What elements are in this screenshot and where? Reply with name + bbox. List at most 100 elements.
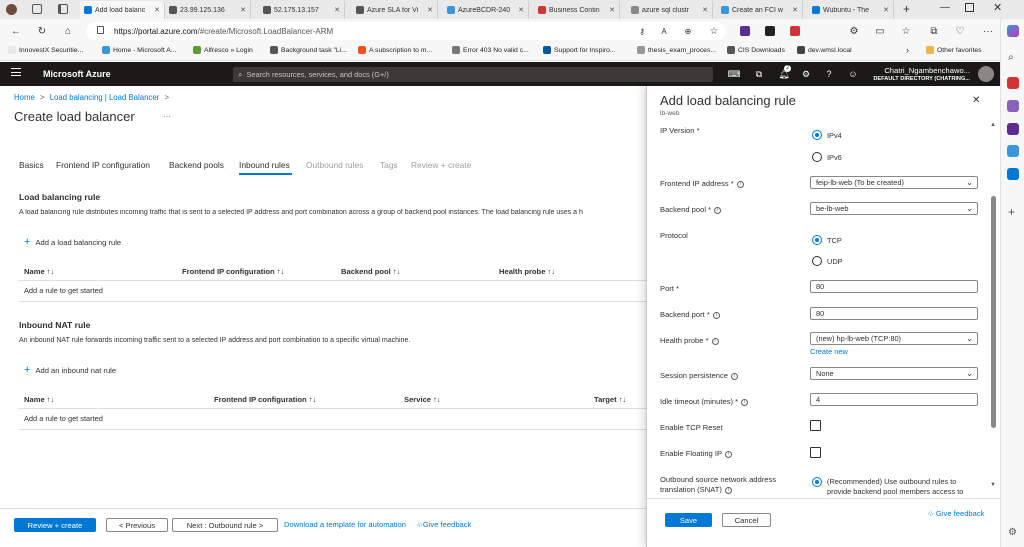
favorite-link[interactable]: dev.wmsl.local <box>797 46 852 54</box>
help-icon[interactable]: ? <box>822 67 836 81</box>
favorite-link[interactable]: CIS Downloads <box>727 46 785 54</box>
review-create-button[interactable]: Review + create <box>14 518 96 532</box>
browser-tab[interactable]: 23.99.125.136 ✕ <box>165 1 251 19</box>
address-bar[interactable]: https://portal.azure.com/#create/Microso… <box>86 22 726 40</box>
azure-brand[interactable]: Microsoft Azure <box>43 69 111 79</box>
radio-udp[interactable]: UDP <box>812 256 843 266</box>
favorite-link[interactable]: Alfresco » Login <box>193 46 253 54</box>
tab-inbound-rules[interactable]: Inbound rules <box>239 160 290 170</box>
add-lb-rule-button[interactable]: + Add a load balancing rule <box>24 236 121 248</box>
info-icon[interactable]: i <box>730 372 738 380</box>
port-input[interactable]: 80 <box>810 280 978 293</box>
new-tab-button[interactable]: + <box>903 2 910 16</box>
nat-col-frontend[interactable]: Frontend IP configuration ↑↓ <box>214 395 316 404</box>
tab-close-icon[interactable]: ✕ <box>240 6 246 14</box>
floating-ip-checkbox[interactable] <box>810 447 821 458</box>
browser-tab[interactable]: Business Contin ✕ <box>534 1 620 19</box>
next-button[interactable]: Next : Outbound rule > <box>172 518 278 532</box>
favorite-link[interactable]: Background task "Li... <box>270 46 347 54</box>
tab-basics[interactable]: Basics <box>19 160 44 170</box>
workspaces-icon[interactable] <box>32 4 42 14</box>
tcp-reset-checkbox[interactable] <box>810 420 821 431</box>
tab-close-icon[interactable]: ✕ <box>609 6 615 14</box>
favorite-link[interactable]: Error 403 No valid c... <box>452 46 529 54</box>
info-icon[interactable]: i <box>712 311 720 319</box>
back-arrow-icon[interactable]: ← <box>8 23 24 39</box>
tab-close-icon[interactable]: ✕ <box>792 6 798 14</box>
frontend-ip-select[interactable]: feip-lb-web (To be created) ⌄ <box>810 176 978 189</box>
browser-tab[interactable]: Wubuntu - The ✕ <box>808 1 894 19</box>
nat-col-name[interactable]: Name ↑↓ <box>24 395 54 404</box>
favorite-link[interactable]: thesis_exam_proces... <box>637 46 716 54</box>
add-nat-rule-button[interactable]: + Add an inbound nat rule <box>24 364 116 376</box>
avatar[interactable] <box>978 66 994 82</box>
favorite-link[interactable]: Home - Microsoft A... <box>102 46 176 54</box>
info-icon[interactable]: i <box>724 486 732 494</box>
backend-pool-select[interactable]: be-lb-web ⌄ <box>810 202 978 215</box>
favorites-icon[interactable]: ☆ <box>898 23 914 39</box>
info-icon[interactable]: i <box>741 398 749 406</box>
more-actions-button[interactable]: ··· <box>163 112 171 121</box>
tab-backend-pools[interactable]: Backend pools <box>169 160 224 170</box>
scroll-up-arrow-icon[interactable]: ▲ <box>990 122 996 128</box>
radio-ipv4[interactable]: IPv4 <box>812 130 842 140</box>
radio-tcp[interactable]: TCP <box>812 235 842 245</box>
directory-filter-icon[interactable]: ⧉ <box>752 67 766 81</box>
minimize-window-button[interactable]: — <box>940 2 950 13</box>
info-icon[interactable]: i <box>711 337 719 345</box>
create-new-probe-link[interactable]: Create new <box>810 347 848 356</box>
scroll-down-arrow-icon[interactable]: ▼ <box>990 482 996 488</box>
info-icon[interactable]: i <box>714 206 722 214</box>
extensions-puzzle-icon[interactable]: ⚙ <box>846 23 862 39</box>
favorites-overflow-chevron-icon[interactable]: › <box>906 45 909 55</box>
tab-close-icon[interactable]: ✕ <box>334 6 340 14</box>
tools-icon[interactable] <box>1007 100 1019 112</box>
sidebar-settings-gear-icon[interactable]: ⚙ <box>1008 527 1017 538</box>
info-icon[interactable]: i <box>736 180 744 188</box>
nat-col-service[interactable]: Service ↑↓ <box>404 395 441 404</box>
user-name[interactable]: Chatri_Ngambenchawo... <box>884 66 970 75</box>
tab-frontend-ip[interactable]: Frontend IP configuration <box>56 160 150 170</box>
immersive-reader-icon[interactable]: A <box>656 23 672 39</box>
previous-button[interactable]: < Previous <box>106 518 168 532</box>
idle-timeout-input[interactable]: 4 <box>810 393 978 406</box>
browser-profile-icon[interactable] <box>6 4 17 15</box>
tab-close-icon[interactable]: ✕ <box>154 6 160 14</box>
give-feedback-link[interactable]: ♧Give feedback <box>416 520 471 529</box>
browser-tab[interactable]: 52.175.13.157 ✕ <box>259 1 345 19</box>
extension-1-icon[interactable] <box>737 23 753 39</box>
favorite-link[interactable]: InnovestX Securitie... <box>8 46 83 54</box>
restore-window-button[interactable] <box>965 3 974 12</box>
download-template-link[interactable]: Download a template for automation <box>284 520 406 529</box>
lb-col-backend[interactable]: Backend pool ↑↓ <box>341 267 401 276</box>
extension-2-icon[interactable] <box>762 23 778 39</box>
key-icon[interactable]: ⚷ <box>634 23 650 39</box>
browser-tab[interactable]: Create an FCI w ✕ <box>717 1 803 19</box>
tab-tags[interactable]: Tags <box>380 160 398 170</box>
browser-tab[interactable]: Azure SLA for Vi ✕ <box>352 1 438 19</box>
panel-scrollbar-thumb[interactable] <box>991 196 996 428</box>
session-persistence-select[interactable]: None ⌄ <box>810 367 978 380</box>
refresh-icon[interactable]: ↻ <box>34 23 50 39</box>
portal-menu-icon[interactable] <box>11 68 21 76</box>
tab-close-icon[interactable]: ✕ <box>427 6 433 14</box>
radio-ipv6[interactable]: IPv6 <box>812 152 842 162</box>
office-icon[interactable] <box>1007 145 1019 157</box>
copilot-icon[interactable] <box>1007 25 1019 37</box>
games-icon[interactable] <box>1007 123 1019 135</box>
feedback-icon[interactable]: ☺ <box>846 67 860 81</box>
extension-3-icon[interactable] <box>787 23 803 39</box>
lb-col-health[interactable]: Health probe ↑↓ <box>499 267 555 276</box>
info-icon[interactable]: i <box>725 450 733 458</box>
health-probe-select[interactable]: (new) hp-lb-web (TCP:80) ⌄ <box>810 332 978 345</box>
favorite-link[interactable]: Support for Inspiro... <box>543 46 616 54</box>
lb-col-frontend[interactable]: Frontend IP configuration ↑↓ <box>182 267 284 276</box>
cloud-shell-icon[interactable]: ⌨ <box>727 67 741 81</box>
save-button[interactable]: Save <box>665 513 712 527</box>
heart-icon[interactable]: ♡ <box>952 23 968 39</box>
lb-col-name[interactable]: Name ↑↓ <box>24 267 54 276</box>
tab-actions-icon[interactable] <box>58 4 68 14</box>
tab-close-icon[interactable]: ✕ <box>518 6 524 14</box>
add-sidebar-app-icon[interactable]: + <box>1008 205 1015 219</box>
close-window-button[interactable]: ✕ <box>993 1 1002 14</box>
